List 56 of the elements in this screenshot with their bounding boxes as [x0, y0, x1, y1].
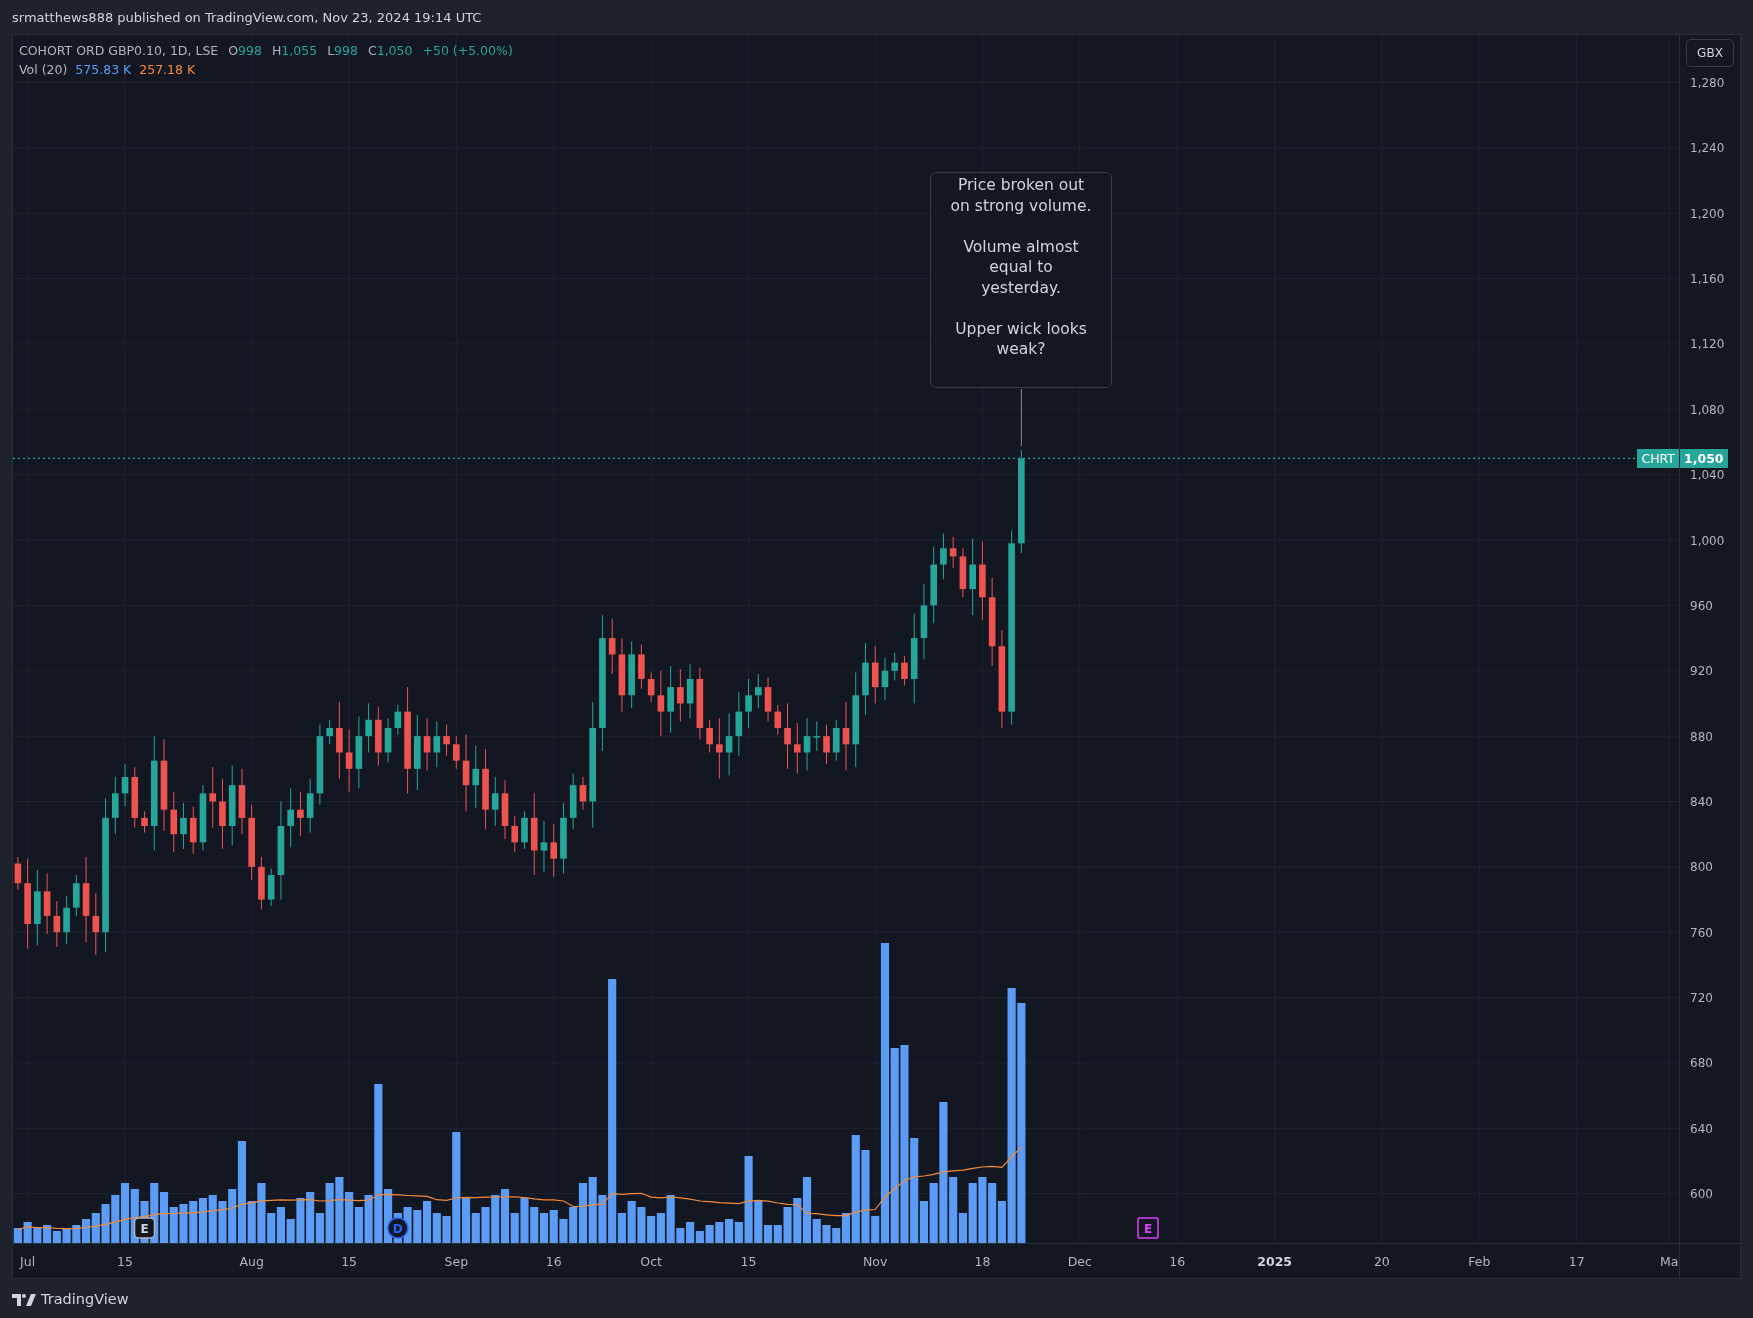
callout-note: Price broken out on strong volume. Volume almost equal to yesterday. Upper wick looks weak? [930, 172, 1112, 388]
price-tick-label: 1,240 [1690, 141, 1725, 156]
currency-button[interactable]: GBX [1686, 39, 1734, 67]
ohlc-label: L [327, 42, 335, 60]
price-tick-label: 1,120 [1690, 337, 1725, 352]
time-tick-label: Ma [1660, 1254, 1679, 1269]
ohlc-label: C [367, 42, 377, 60]
brand-name: TradingView [41, 1289, 129, 1309]
time-tick-label: Jul [20, 1254, 36, 1269]
time-tick-label: 18 [974, 1254, 991, 1269]
volume-value: 257.18 K [139, 61, 196, 79]
price-tick-label: 840 [1690, 795, 1713, 809]
time-tick-label: 15 [341, 1254, 358, 1269]
volume-value: 575.83 K [75, 61, 132, 79]
time-tick-label: Feb [1468, 1254, 1491, 1269]
ohlc-label: O [228, 42, 239, 60]
time-tick-label: 15 [740, 1254, 757, 1269]
publish-info: srmatthews888 published on TradingView.com, Nov 23, 2024 19:14 UTC [11, 9, 483, 27]
upcoming-earnings-marker[interactable]: E [1137, 1217, 1159, 1239]
time-tick-label: 2025 [1257, 1254, 1293, 1269]
price-tick-label: 760 [1690, 925, 1713, 940]
price-tick-label: 1,280 [1690, 76, 1725, 91]
price-tick-label: 600 [1690, 1187, 1713, 1202]
price-tick-label: 1,000 [1690, 533, 1725, 548]
ohlc-label: H [271, 42, 282, 60]
price-tick-label: 920 [1690, 664, 1713, 679]
price-change: +50 (+5.00%) [422, 42, 513, 60]
earnings-marker[interactable]: E [133, 1217, 156, 1239]
price-tick-label: 1,200 [1690, 206, 1725, 221]
symbol-title: COHORT ORD GBP0.10, 1D, LSE [19, 42, 219, 60]
price-tick-label: 720 [1690, 991, 1713, 1006]
ohlc-value: 998 [238, 42, 262, 60]
volume-label: Vol (20) [19, 61, 68, 79]
symbol-tag: CHRT [1637, 448, 1679, 468]
time-tick-label: 16 [545, 1254, 562, 1269]
time-tick-label: 16 [1169, 1254, 1186, 1269]
price-tick-label: 1,160 [1690, 272, 1725, 287]
price-tick-label: 640 [1690, 1121, 1713, 1136]
ohlc-value: 998 [334, 42, 358, 60]
price-tick-label: 800 [1690, 860, 1713, 875]
time-tick-label: 17 [1568, 1254, 1585, 1269]
time-tick-label: Oct [640, 1254, 662, 1269]
time-tick-label: Sep [444, 1254, 469, 1269]
price-tick-label: 1,040 [1690, 468, 1725, 483]
time-tick-label: Nov [863, 1254, 888, 1269]
ohlc-value: 1,050 [376, 42, 413, 60]
price-tick-label: 680 [1690, 1056, 1713, 1071]
time-tick-label: Aug [239, 1254, 264, 1269]
last-price-tag: 1,050 [1680, 448, 1728, 468]
ohlc-value: 1,055 [281, 42, 318, 60]
time-tick-label: 15 [117, 1254, 133, 1269]
time-tick-label: Dec [1067, 1254, 1092, 1269]
price-tick-label: 880 [1690, 729, 1713, 744]
price-tick-label: 960 [1690, 598, 1713, 613]
time-tick-label: 20 [1373, 1254, 1390, 1269]
price-tick-label: 1,080 [1690, 402, 1725, 417]
